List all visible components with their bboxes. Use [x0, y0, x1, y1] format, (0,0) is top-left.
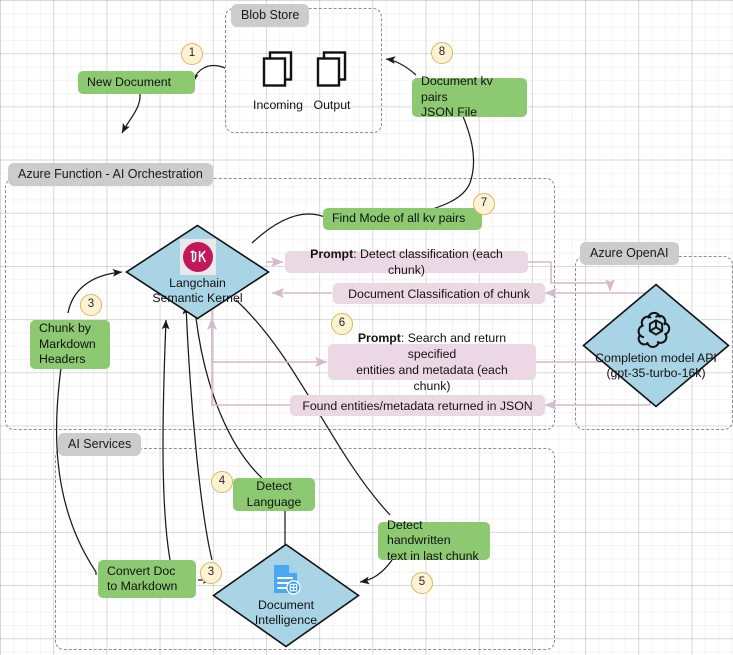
prompt-bold-text-2: Prompt: [357, 331, 401, 345]
step-circle-1: 1: [181, 43, 203, 65]
langchain-label: Langchain Semantic Kernel: [152, 275, 243, 305]
group-label-blob-store: Blob Store: [231, 4, 310, 27]
label-detect-language[interactable]: Detect Language: [233, 478, 315, 511]
step-circle-4: 4: [211, 471, 233, 493]
blob-icon-output: Output: [306, 50, 358, 112]
label-find-mode[interactable]: Find Mode of all kv pairs: [323, 208, 482, 230]
pages-icon: [262, 51, 293, 87]
prompt-rest-text: : Detect classification (each chunk): [353, 247, 503, 277]
completion-model-label: Completion model API (gpt-35-turbo-16k): [595, 350, 717, 380]
step-circle-8: 8: [431, 42, 453, 64]
step-circle-7: 7: [473, 193, 495, 215]
node-langchain-semantic-kernel[interactable]: Langchain Semantic Kernel: [125, 224, 270, 320]
node-document-intelligence[interactable]: Document Intelligence: [212, 543, 360, 648]
group-label-azure-function: Azure Function - AI Orchestration: [8, 163, 213, 186]
label-prompt-detect-classification[interactable]: Prompt: Detect classification (each chun…: [285, 247, 528, 277]
label-new-document[interactable]: New Document: [78, 71, 195, 94]
pages-icon: [316, 51, 347, 87]
parrot-glyph: [190, 249, 206, 262]
group-label-azure-openai: Azure OpenAI: [580, 242, 679, 265]
label-found-entities-json[interactable]: Found entities/metadata returned in JSON: [290, 395, 545, 416]
document-intelligence-icon: [274, 565, 301, 595]
langchain-content: Langchain Semantic Kernel: [125, 224, 270, 320]
step-circle-5: 5: [411, 572, 433, 594]
label-prompt-search-entities[interactable]: Prompt: Search and return specified enti…: [328, 331, 536, 393]
group-label-ai-services: AI Services: [58, 433, 142, 456]
blob-icon-incoming: Incoming: [250, 50, 306, 112]
step-circle-3a: 3: [80, 294, 102, 316]
diagram-canvas: Blob Store Azure Function - AI Orchestra…: [0, 0, 733, 655]
label-document-kv-pairs[interactable]: Document kv pairs JSON File: [412, 74, 527, 119]
langchain-logo-circle: [182, 241, 213, 272]
node-completion-model-api[interactable]: Completion model API (gpt-35-turbo-16k): [582, 283, 730, 408]
openai-logo-icon: [637, 311, 671, 348]
label-convert-doc-to-markdown[interactable]: Convert Doc to Markdown: [98, 560, 196, 598]
blob-icon-label-output: Output: [313, 98, 351, 112]
completion-model-content: Completion model API (gpt-35-turbo-16k): [582, 283, 730, 408]
step-circle-3b: 3: [200, 562, 222, 584]
label-document-classification-of-chunk[interactable]: Document Classification of chunk: [333, 283, 545, 304]
langchain-parrot-icon: [179, 238, 216, 275]
label-chunk-by-markdown[interactable]: Chunk by Markdown Headers: [30, 320, 110, 369]
label-detect-handwritten[interactable]: Detect handwritten text in last chunk: [378, 518, 490, 563]
document-intelligence-content: Document Intelligence: [212, 543, 360, 648]
step-circle-6: 6: [331, 313, 353, 335]
blob-icon-label-incoming: Incoming: [253, 98, 303, 112]
document-intelligence-label: Document Intelligence: [254, 598, 318, 627]
prompt-bold-text: Prompt: [310, 247, 354, 261]
